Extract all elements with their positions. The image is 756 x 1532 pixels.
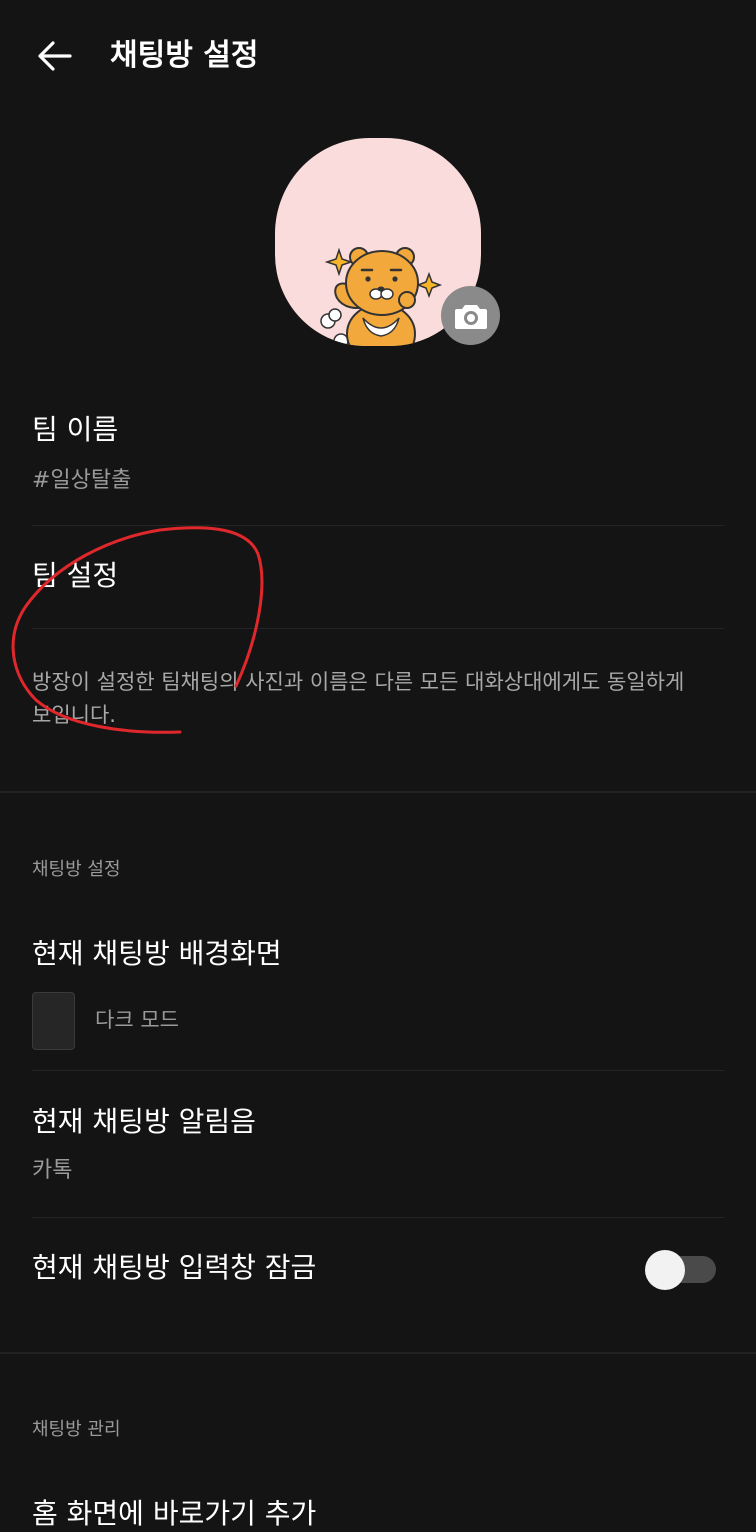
- divider: [32, 1217, 724, 1218]
- notification-value: 카톡: [32, 1158, 73, 1183]
- dark-mode-thumbnail: [32, 992, 75, 1050]
- page-title: 채팅방 설정: [110, 38, 259, 73]
- divider: [32, 1070, 724, 1071]
- background-value: 다크 모드: [95, 1008, 179, 1032]
- divider: [32, 525, 724, 526]
- section-label-chat-settings: 채팅방 설정: [32, 859, 121, 880]
- arrow-left-icon: [38, 41, 72, 71]
- header: 채팅방 설정: [0, 0, 756, 112]
- section-label-chat-management: 채팅방 관리: [32, 1419, 121, 1440]
- team-name-label[interactable]: 팀 이름: [32, 412, 118, 448]
- background-label[interactable]: 현재 채팅방 배경화면: [32, 936, 282, 972]
- add-shortcut-label[interactable]: 홈 화면에 바로가기 추가: [32, 1496, 316, 1532]
- team-name-value: #일상탈출: [32, 468, 132, 493]
- change-photo-button[interactable]: [441, 286, 500, 345]
- team-description: 방장이 설정한 팀채팅의 사진과 이름은 다른 모든 대화상대에게도 동일하게 …: [32, 670, 685, 727]
- divider: [32, 628, 724, 629]
- notification-label[interactable]: 현재 채팅방 알림음: [32, 1104, 256, 1140]
- input-lock-label: 현재 채팅방 입력창 잠금: [32, 1251, 317, 1284]
- input-lock-toggle-knob[interactable]: [645, 1250, 685, 1290]
- section-divider: [0, 791, 756, 793]
- camera-icon: [454, 304, 487, 329]
- team-settings-label[interactable]: 팀 설정: [32, 558, 118, 594]
- back-button[interactable]: [32, 34, 76, 78]
- section-divider: [0, 1352, 756, 1354]
